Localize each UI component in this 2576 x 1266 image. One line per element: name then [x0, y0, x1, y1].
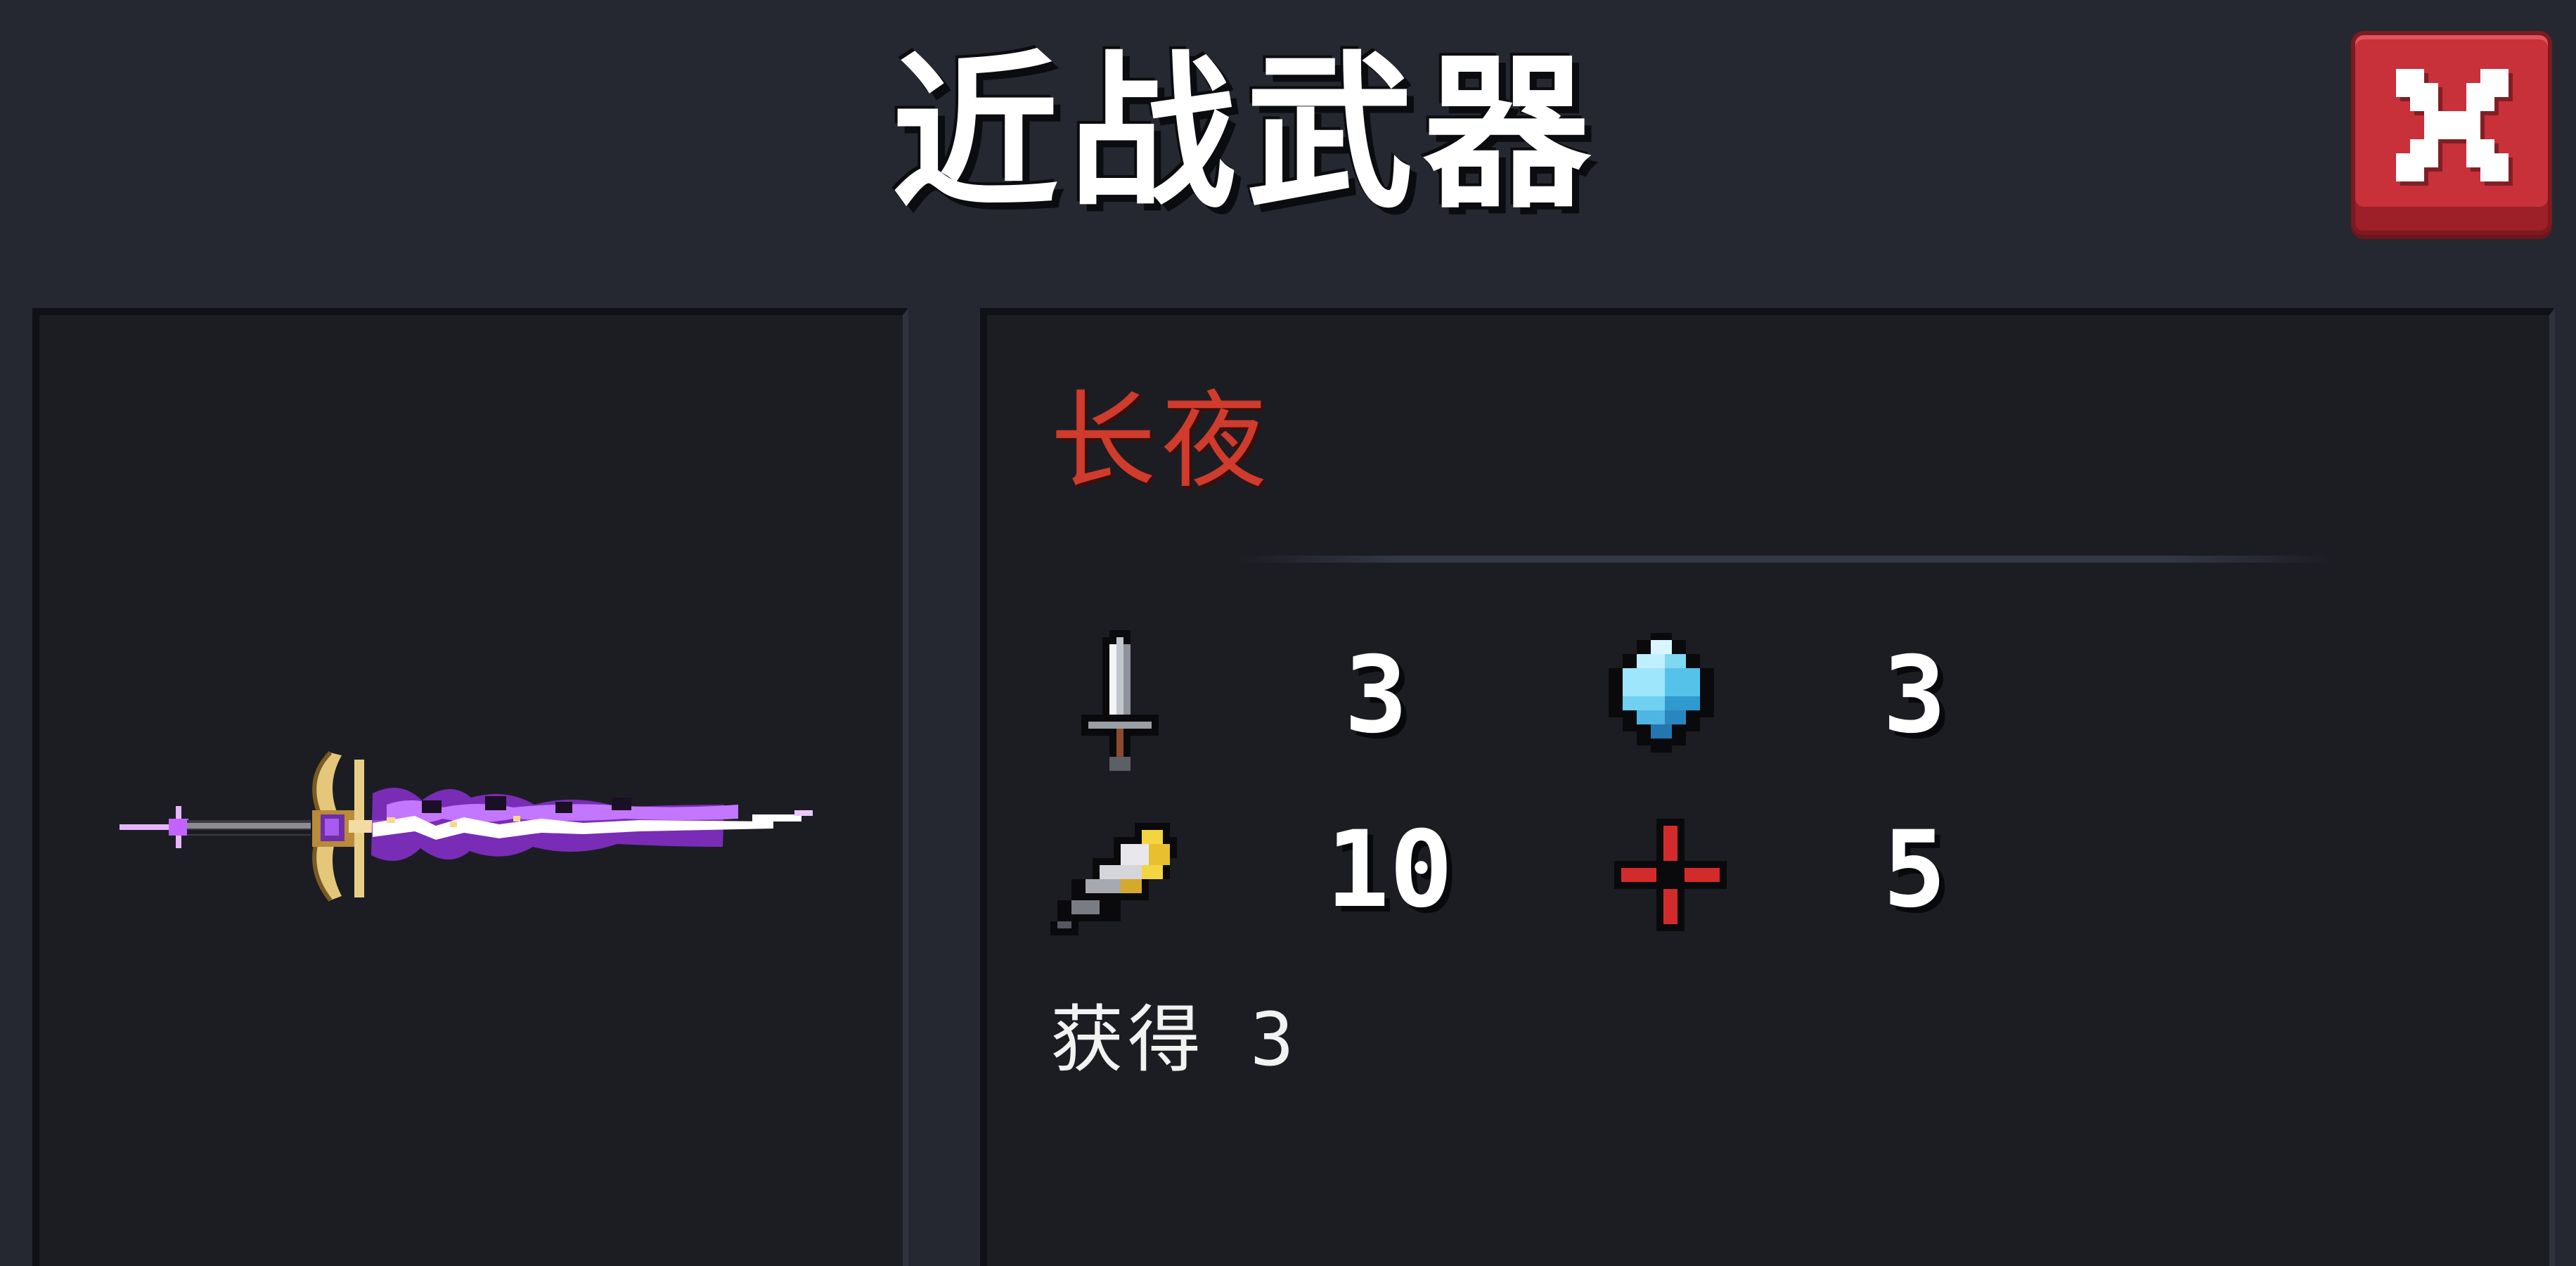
stat-value-critical: 10	[1326, 809, 1453, 931]
stat-value-damage: 3	[1344, 634, 1408, 757]
weapon-name: 长夜	[1050, 381, 1273, 503]
accuracy-crosshair-icon	[1614, 819, 1727, 931]
energy-crystal-icon	[1609, 633, 1714, 753]
close-button[interactable]	[2351, 31, 2552, 235]
stat-value-energy: 3	[1883, 634, 1947, 757]
stat-value-accuracy: 5	[1883, 809, 1947, 931]
critical-feather-icon	[1050, 823, 1177, 935]
obtain-label: 获得	[1050, 997, 1206, 1082]
weapon-detail-screen: 近战武器 长夜 3 3 10 5 获得 3	[0, 0, 2576, 1266]
obtain-count: 3	[1250, 997, 1294, 1082]
page-title: 近战武器	[891, 37, 1600, 231]
close-x-icon	[2396, 69, 2513, 186]
purple-lightning-sword-icon	[120, 750, 813, 902]
damage-sword-icon	[1081, 630, 1159, 771]
divider	[1237, 556, 2334, 563]
